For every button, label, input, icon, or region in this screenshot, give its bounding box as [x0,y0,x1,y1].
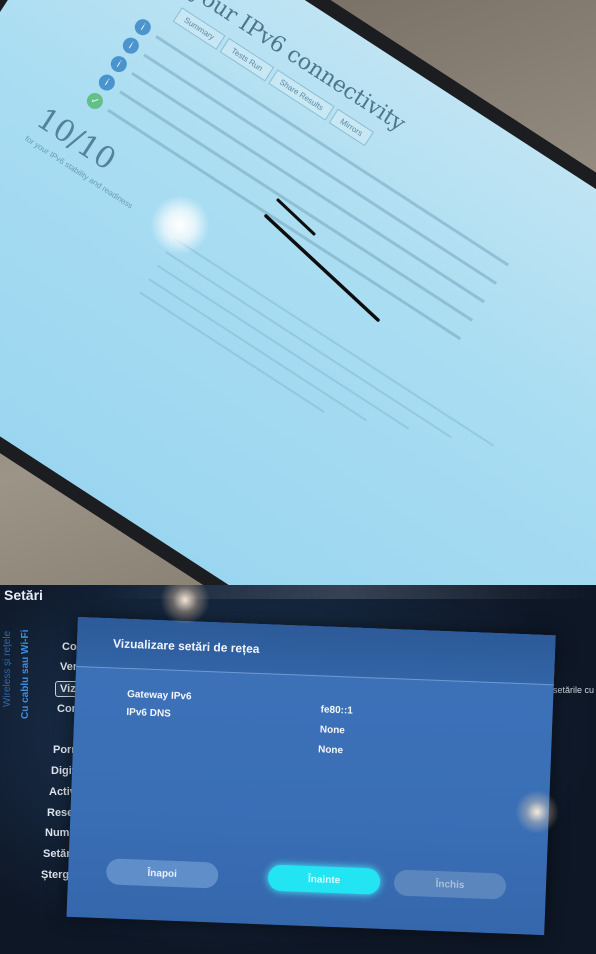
page-title: Setări [4,587,43,603]
redaction-marks [264,198,380,322]
tab-wireless[interactable]: Wireless și rețele [2,631,13,707]
network-settings-dialog: Vizualizare setări de rețea Gateway IPv6… [66,617,556,936]
ipv6-dns-label: IPv6 DNS [126,706,172,720]
dialog-title: Vizualizare setări de rețea [112,636,260,656]
light-flare [515,790,559,834]
ipv6-dns-value-2: None [317,744,344,757]
top-photo: your IPv6 connectivity Summary Tests Run… [0,0,596,585]
gateway-ipv6-value: fe80::1 [320,704,354,717]
right-hint-text: setările cu [553,685,595,695]
bottom-photo: Setări Wireless și rețele Cu cablu sau W… [0,585,596,954]
tab-wired-wifi[interactable]: Cu cablu sau Wi-Fi [20,630,31,719]
next-button[interactable]: Înainte [267,864,381,895]
back-button[interactable]: Înapoi [105,858,219,889]
gateway-ipv6-label: Gateway IPv6 [126,688,192,703]
ipv6-dns-value-1: None [319,724,346,737]
close-button[interactable]: Închis [393,869,507,900]
